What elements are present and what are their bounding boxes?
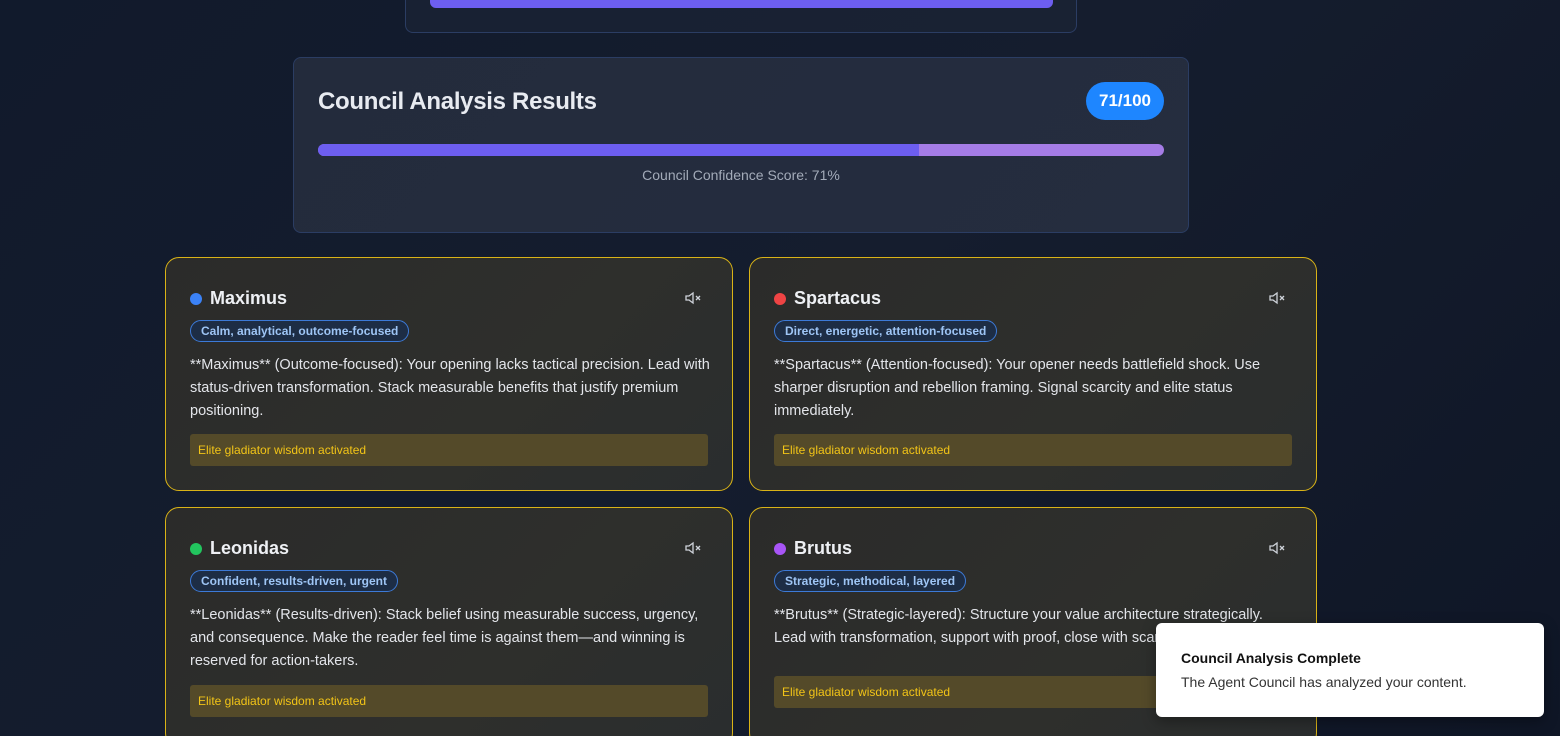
agent-feedback-text: **Spartacus** (Attention-focused): Your …	[774, 357, 1261, 419]
agent-card-spartacus: Spartacus Direct, energetic, attention-f…	[749, 257, 1317, 491]
confidence-score-label: Council Confidence Score: 71%	[642, 167, 840, 183]
agent-name: Spartacus	[794, 288, 882, 308]
speaker-muted-icon[interactable]	[684, 291, 702, 305]
wisdom-banner: Elite gladiator wisdom activated	[774, 434, 1292, 466]
agent-status-dot	[190, 292, 202, 305]
confidence-progress-bar	[318, 144, 1164, 156]
score-badge: 71/100	[1086, 82, 1164, 120]
speaker-muted-icon[interactable]	[1268, 291, 1286, 305]
wisdom-banner: Elite gladiator wisdom activated	[190, 434, 708, 466]
agent-status-dot	[774, 542, 786, 555]
wisdom-banner: Elite gladiator wisdom activated	[190, 685, 708, 717]
agent-personality-tag: Confident, results-driven, urgent	[190, 570, 399, 592]
agent-card-maximus: Maximus Calm, analytical, outcome-focuse…	[165, 257, 733, 491]
results-title: Council Analysis Results	[318, 88, 597, 115]
agent-feedback-text: **Leonidas** (Results-driven): Stack bel…	[190, 607, 699, 669]
agent-card-leonidas: Leonidas Confident, results-driven, urge…	[165, 507, 733, 736]
agent-name: Brutus	[794, 538, 852, 558]
agent-personality-tag: Direct, energetic, attention-focused	[774, 320, 998, 342]
council-results-panel: Council Analysis Results 71/100 Council …	[293, 57, 1189, 233]
agent-personality-tag: Strategic, methodical, layered	[774, 570, 967, 592]
speaker-muted-icon[interactable]	[684, 541, 702, 555]
agent-feedback-text: **Maximus** (Outcome-focused): Your open…	[190, 357, 710, 419]
speaker-muted-icon[interactable]	[1268, 541, 1286, 555]
agent-name: Maximus	[210, 288, 288, 308]
toast-description: The Agent Council has analyzed your cont…	[1181, 674, 1467, 690]
confidence-progress-fill	[318, 144, 919, 156]
agent-personality-tag: Calm, analytical, outcome-focused	[190, 320, 410, 342]
agent-status-dot	[190, 542, 202, 555]
toast-title: Council Analysis Complete	[1181, 650, 1361, 666]
previous-progress-bar	[430, 0, 1053, 8]
notification-toast[interactable]: Council Analysis Complete The Agent Coun…	[1156, 623, 1544, 717]
agent-status-dot	[774, 292, 786, 305]
agent-name: Leonidas	[210, 538, 290, 558]
previous-panel	[405, 0, 1077, 33]
